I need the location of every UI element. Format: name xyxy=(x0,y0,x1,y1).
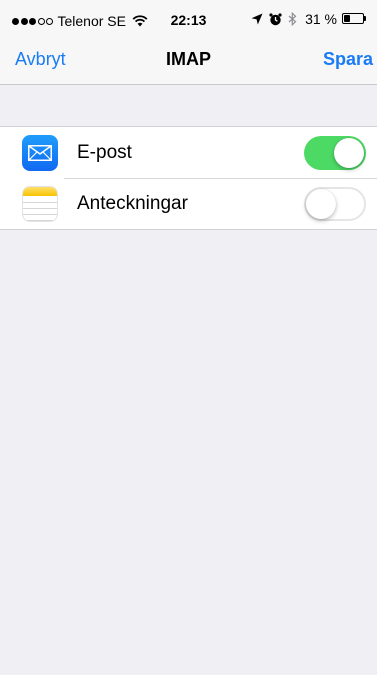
sync-options-list: E-post Anteckningar xyxy=(0,126,377,230)
screen: Telenor SE 22:13 31 % Avbryt IMAP Spara … xyxy=(0,0,377,675)
battery-percentage: 31 % xyxy=(305,11,337,27)
status-bar: Telenor SE 22:13 31 % xyxy=(0,0,377,36)
toggle-knob xyxy=(334,137,364,168)
notes-icon xyxy=(22,185,58,222)
settings-content: E-post Anteckningar xyxy=(0,85,377,675)
status-right: 31 % xyxy=(245,12,368,26)
list-item-label: E-post xyxy=(77,141,132,163)
notes-toggle[interactable] xyxy=(304,186,366,221)
toggle-knob xyxy=(306,188,336,219)
navigation-bar: Avbryt IMAP Spara xyxy=(0,36,377,85)
save-button[interactable]: Spara xyxy=(323,49,373,70)
mail-icon xyxy=(22,134,58,171)
alarm-icon xyxy=(269,12,282,25)
bluetooth-icon xyxy=(288,12,297,26)
list-item-mail: E-post xyxy=(0,127,377,178)
battery-icon xyxy=(342,13,368,25)
mail-toggle[interactable] xyxy=(304,135,366,170)
list-item-notes: Anteckningar xyxy=(0,178,377,229)
location-icon xyxy=(251,13,263,25)
list-item-label: Anteckningar xyxy=(77,192,188,214)
cancel-button[interactable]: Avbryt xyxy=(15,49,66,70)
